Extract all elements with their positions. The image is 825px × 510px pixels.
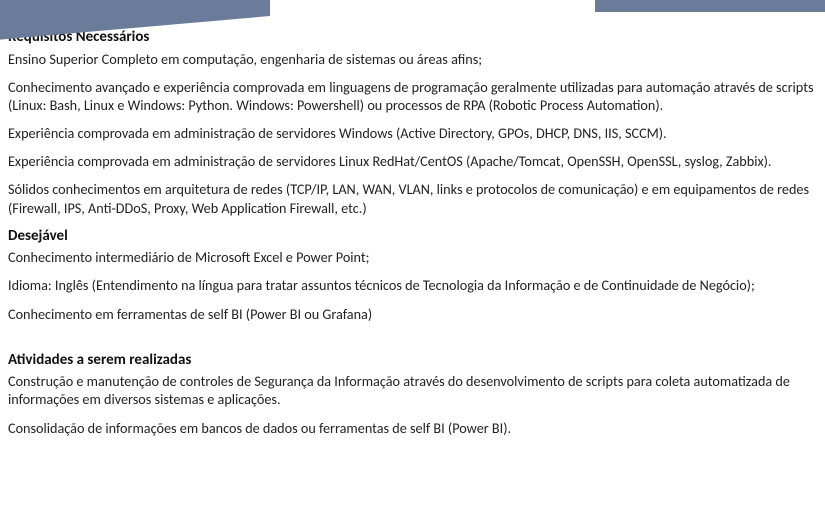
activities-item: Consolidação de informações em bancos de… [8, 419, 817, 437]
header-decoration [0, 0, 825, 18]
header-right-bar [595, 0, 825, 12]
desirable-item: Conhecimento em ferramentas de self BI (… [8, 305, 817, 323]
necessary-item: Conhecimento avançado e experiência comp… [8, 78, 817, 114]
section-title-desirable: Desejável [8, 227, 817, 247]
necessary-item: Ensino Superior Completo em computação, … [8, 50, 817, 68]
document-body: Requisitos Necessários Ensino Superior C… [0, 0, 825, 437]
necessary-item: Experiência comprovada em administração … [8, 152, 817, 170]
desirable-item: Conhecimento intermediário de Microsoft … [8, 248, 817, 266]
desirable-item: Idioma: Inglês (Entendimento na língua p… [8, 276, 817, 294]
necessary-item: Sólidos conhecimentos em arquitetura de … [8, 180, 817, 216]
section-title-necessary: Requisitos Necessários [8, 28, 817, 48]
activities-item: Construção e manutenção de controles de … [8, 372, 817, 408]
necessary-item: Experiência comprovada em administração … [8, 124, 817, 142]
section-title-activities: Atividades a serem realizadas [8, 351, 817, 371]
